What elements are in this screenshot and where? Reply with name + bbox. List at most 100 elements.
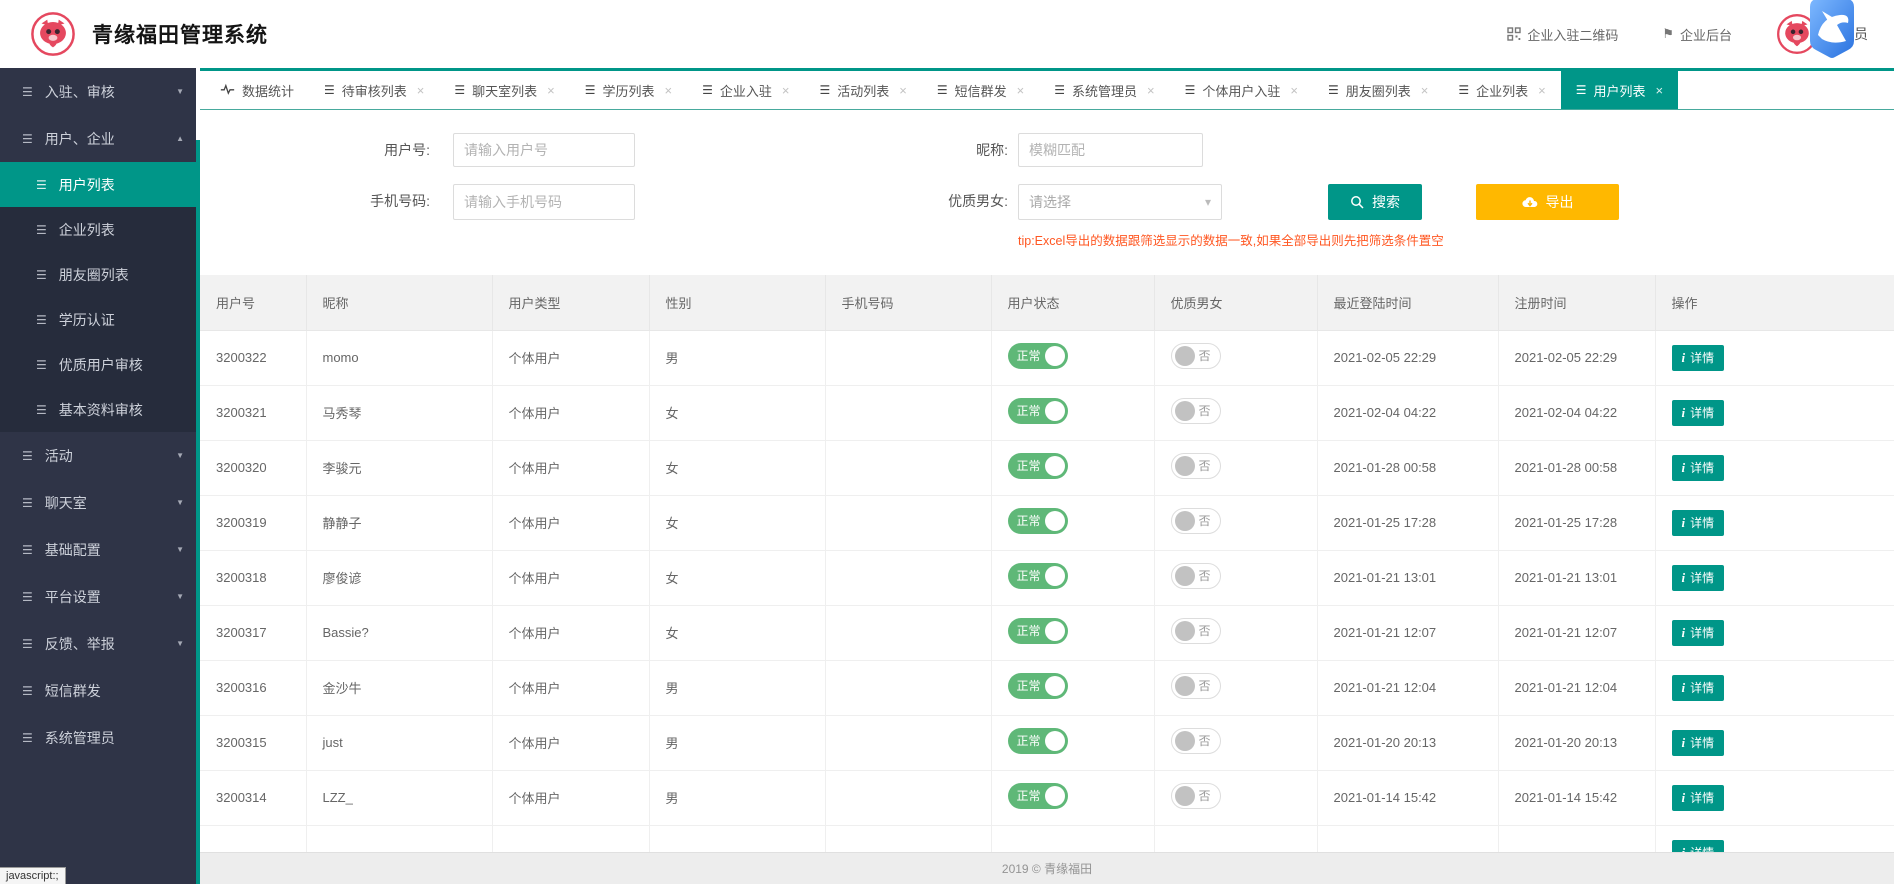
sidebar-item[interactable]: ☰ 聊天室 ▼	[0, 479, 196, 526]
user-status-toggle[interactable]: 正常	[1008, 783, 1068, 809]
tab[interactable]: ☰ 个体用户入驻 ×	[1170, 71, 1313, 109]
sidebar-item[interactable]: ☰ 用户列表	[0, 162, 196, 207]
close-icon[interactable]: ×	[665, 83, 673, 98]
toggle-knob	[1045, 676, 1065, 696]
search-button[interactable]: 搜索	[1328, 184, 1422, 220]
sidebar-item[interactable]: ☰ 反馈、举报 ▼	[0, 620, 196, 667]
close-icon[interactable]: ×	[1290, 83, 1298, 98]
user-status-toggle[interactable]: 正常	[1008, 563, 1068, 589]
sidebar-item[interactable]: ☰ 入驻、审核 ▼	[0, 68, 196, 115]
admin-account[interactable]: 管理员	[1776, 13, 1884, 55]
premium-toggle[interactable]: 否	[1171, 673, 1221, 699]
sidebar-item[interactable]: ☰ 基本资料审核	[0, 387, 196, 432]
tab[interactable]: ☰ 待审核列表 ×	[309, 71, 439, 109]
user-status-toggle[interactable]: 正常	[1008, 508, 1068, 534]
tab[interactable]: ☰ 聊天室列表 ×	[439, 71, 569, 109]
tab[interactable]: ☰ 系统管理员 ×	[1039, 71, 1169, 109]
sidebar-item[interactable]: ☰ 短信群发	[0, 667, 196, 714]
premium-toggle[interactable]: 否	[1171, 453, 1221, 479]
cell-gender: 男	[649, 660, 825, 715]
tab[interactable]: 数据统计	[205, 71, 309, 109]
sidebar-item[interactable]: ☰ 企业列表	[0, 207, 196, 252]
export-button[interactable]: 导出	[1476, 184, 1619, 220]
detail-button[interactable]: i详情	[1672, 730, 1725, 756]
detail-button[interactable]: i详情	[1672, 785, 1725, 811]
sidebar-item[interactable]: ☰ 活动 ▼	[0, 432, 196, 479]
detail-button[interactable]: i详情	[1672, 675, 1725, 701]
user-status-toggle[interactable]: 正常	[1008, 618, 1068, 644]
premium-toggle[interactable]: 否	[1171, 728, 1221, 754]
premium-toggle[interactable]: 否	[1171, 343, 1221, 369]
cell-phone	[825, 330, 991, 385]
detail-button[interactable]: i详情	[1672, 510, 1725, 536]
column-header: 手机号码	[825, 275, 991, 330]
sidebar-scrollbar[interactable]	[196, 140, 200, 884]
user-status-toggle[interactable]: 正常	[1008, 453, 1068, 479]
cell-actions: i详情	[1655, 605, 1894, 660]
table-row: 3200314 LZZ_ 个体用户 男 正常 否 2021-01-14 15:4…	[200, 770, 1894, 825]
cell-phone	[825, 495, 991, 550]
tab[interactable]: ☰ 活动列表 ×	[805, 71, 922, 109]
detail-button[interactable]: i详情	[1672, 620, 1725, 646]
close-icon[interactable]: ×	[1656, 83, 1664, 98]
tab[interactable]: ☰ 用户列表 ×	[1561, 71, 1678, 109]
cell-user-status: 正常	[991, 550, 1154, 605]
search-icon	[1350, 195, 1364, 209]
sidebar-item[interactable]: ☰ 学历认证	[0, 297, 196, 342]
column-header: 性别	[649, 275, 825, 330]
premium-toggle[interactable]: 否	[1171, 618, 1221, 644]
tab[interactable]: ☰ 企业列表 ×	[1443, 71, 1560, 109]
premium-toggle[interactable]: 否	[1171, 563, 1221, 589]
detail-button[interactable]: i详情	[1672, 565, 1725, 591]
close-icon[interactable]: ×	[1017, 83, 1025, 98]
cell-registered: 2021-02-05 22:29	[1498, 330, 1655, 385]
sidebar-item[interactable]: ☰ 优质用户审核	[0, 342, 196, 387]
cell-premium	[1154, 825, 1317, 852]
cell-user-type: 个体用户	[492, 660, 649, 715]
close-icon[interactable]: ×	[1538, 83, 1546, 98]
close-icon[interactable]: ×	[782, 83, 790, 98]
user-id-input[interactable]	[453, 133, 635, 167]
user-status-toggle[interactable]: 正常	[1008, 398, 1068, 424]
detail-button[interactable]: i详情	[1672, 400, 1725, 426]
cell-nickname: 廖俊谚	[306, 550, 492, 605]
premium-toggle[interactable]: 否	[1171, 398, 1221, 424]
user-status-toggle[interactable]: 正常	[1008, 728, 1068, 754]
enterprise-backend-link[interactable]: ⚑ 企业后台	[1662, 25, 1732, 44]
sidebar-item[interactable]: ☰ 朋友圈列表	[0, 252, 196, 297]
sidebar-item[interactable]: ☰ 基础配置 ▼	[0, 526, 196, 573]
tab[interactable]: ☰ 短信群发 ×	[922, 71, 1039, 109]
cell-user-status	[991, 825, 1154, 852]
phone-input[interactable]	[453, 184, 635, 220]
close-icon[interactable]: ×	[547, 83, 555, 98]
tab[interactable]: ☰ 学历列表 ×	[570, 71, 687, 109]
detail-button[interactable]: i详情	[1672, 455, 1725, 481]
sidebar-item[interactable]: ☰ 用户、企业 ▲	[0, 115, 196, 162]
tab-label: 朋友圈列表	[1346, 81, 1411, 100]
detail-button[interactable]: i详情	[1672, 840, 1725, 853]
premium-select[interactable]: 请选择 ▾	[1018, 184, 1222, 220]
close-icon[interactable]: ×	[899, 83, 907, 98]
tab[interactable]: ☰ 企业入驻 ×	[687, 71, 804, 109]
close-icon[interactable]: ×	[417, 83, 425, 98]
sidebar-item[interactable]: ☰ 系统管理员	[0, 714, 196, 761]
chevron-down-icon: ▾	[1205, 195, 1211, 209]
user-status-toggle[interactable]: 正常	[1008, 343, 1068, 369]
close-icon[interactable]: ×	[1421, 83, 1429, 98]
user-status-toggle[interactable]: 正常	[1008, 673, 1068, 699]
tab-label: 用户列表	[1594, 81, 1646, 100]
sidebar-item[interactable]: ☰ 平台设置 ▼	[0, 573, 196, 620]
list-icon: ☰	[454, 83, 465, 97]
tab[interactable]: ☰ 朋友圈列表 ×	[1313, 71, 1443, 109]
premium-toggle[interactable]: 否	[1171, 508, 1221, 534]
sidebar-item-label: 反馈、举报	[45, 634, 115, 654]
nickname-input[interactable]	[1018, 133, 1203, 167]
enterprise-qr-link[interactable]: 企业入驻二维码	[1507, 25, 1618, 44]
cell-gender	[649, 825, 825, 852]
detail-button[interactable]: i详情	[1672, 345, 1725, 371]
info-icon: i	[1682, 405, 1686, 421]
cell-last-login: 2021-01-21 12:04	[1317, 660, 1498, 715]
close-icon[interactable]: ×	[1147, 83, 1155, 98]
toggle-knob	[1175, 676, 1195, 696]
premium-toggle[interactable]: 否	[1171, 783, 1221, 809]
